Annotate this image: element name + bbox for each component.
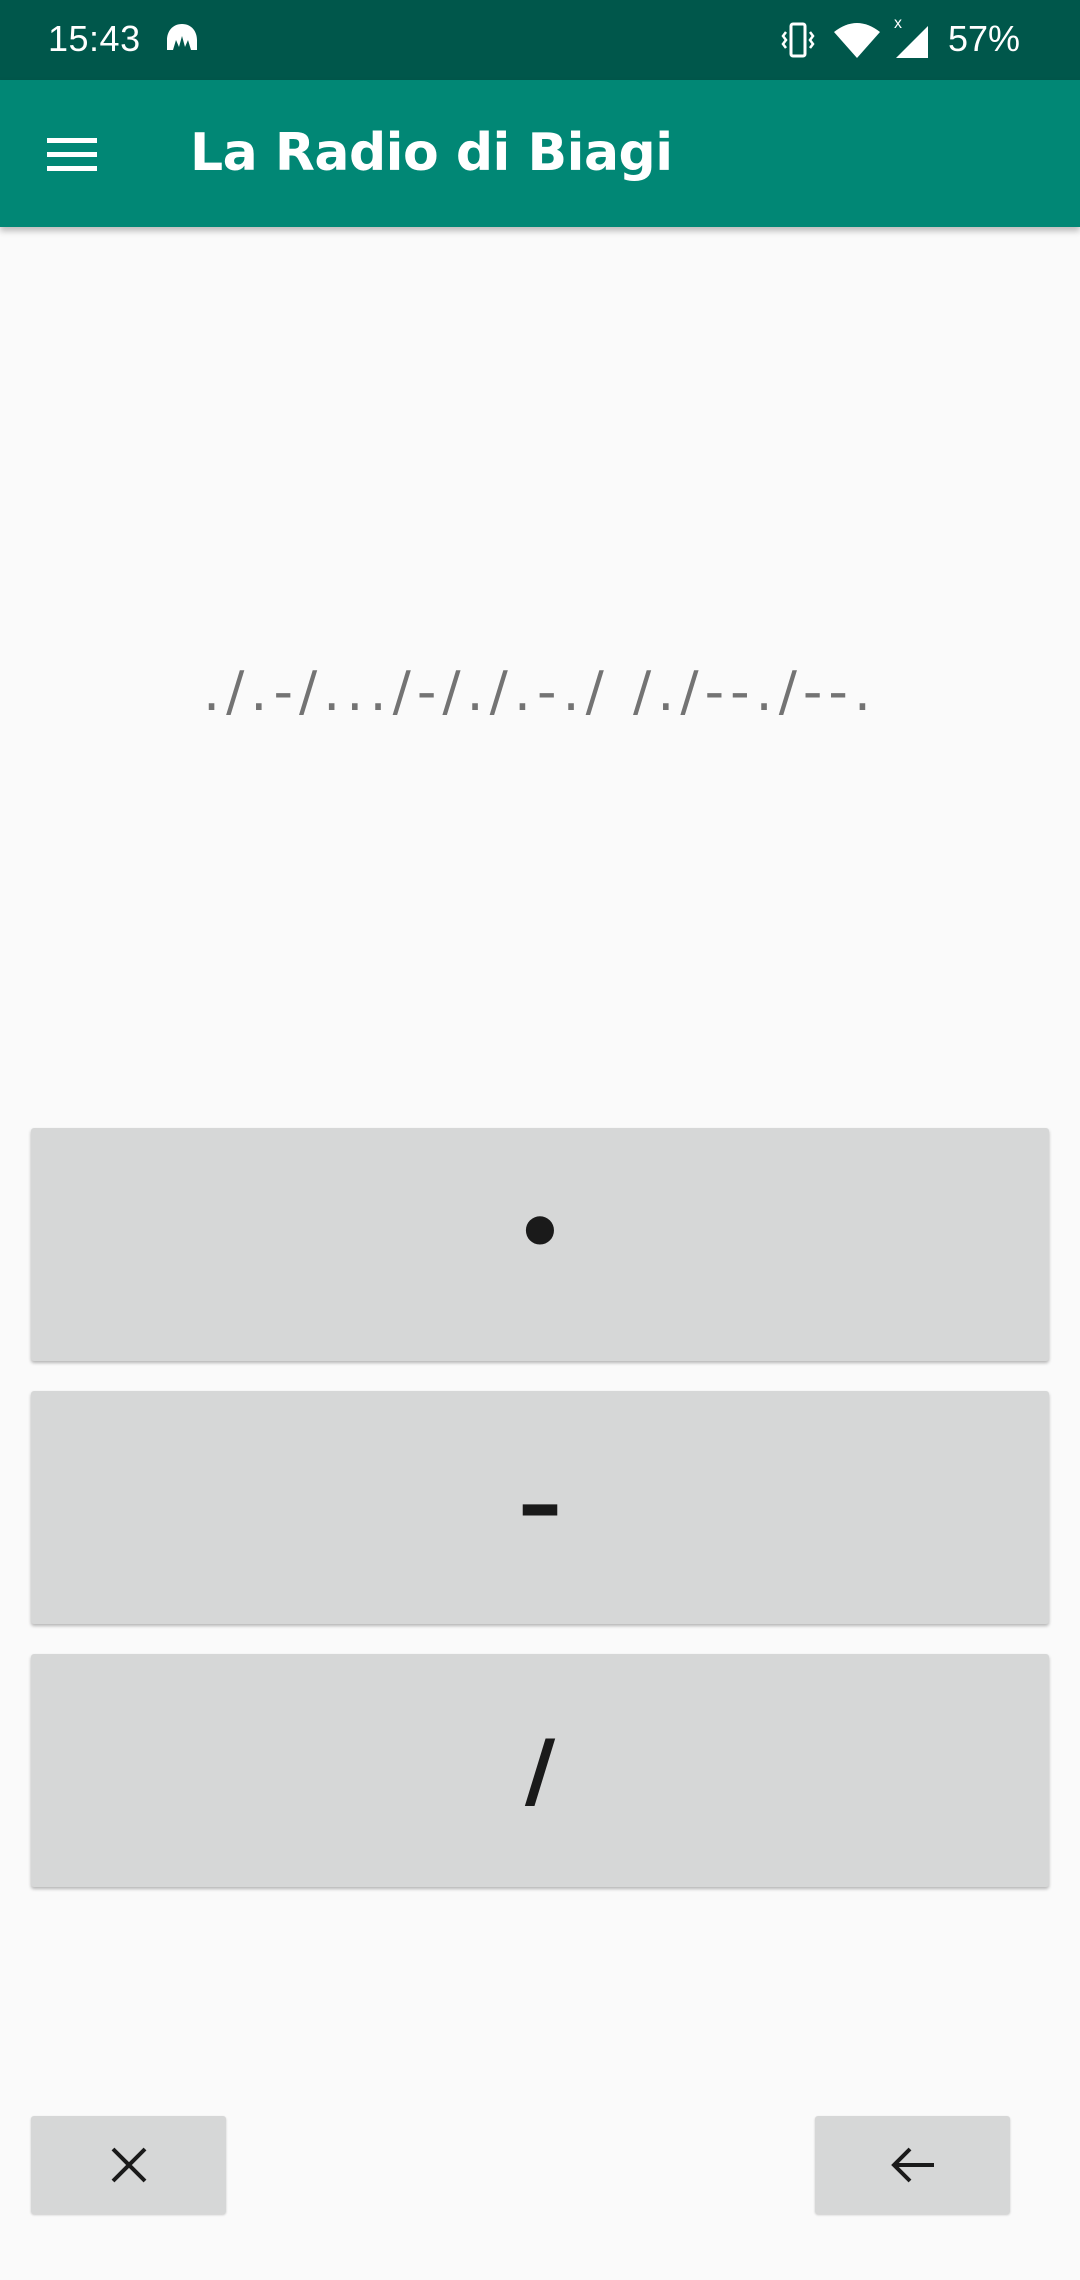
clear-button[interactable] — [31, 2116, 226, 2214]
morse-display: ./.-/.../-/./.-./ /./--./--. — [202, 660, 878, 723]
svg-text:x: x — [894, 15, 902, 32]
arrow-back-icon — [890, 2147, 934, 2183]
close-icon — [111, 2147, 146, 2183]
dash-key-button[interactable]: – — [31, 1391, 1049, 1624]
dash-key-label: – — [518, 1452, 562, 1555]
app-title: La Radio di Biagi — [190, 123, 673, 183]
wifi-icon — [834, 23, 880, 58]
status-bar: 15:43 x 57% — [0, 0, 1080, 80]
battery-level: 57% — [948, 18, 1021, 59]
signal-icon: x — [894, 15, 928, 58]
slash-key-button[interactable]: / — [31, 1654, 1049, 1887]
dot-key-label: • — [514, 1186, 566, 1279]
status-time: 15:43 — [48, 18, 141, 59]
menu-button[interactable] — [36, 118, 108, 190]
app-notification-icon — [167, 24, 197, 50]
vibrate-icon — [781, 22, 815, 58]
slash-key-label: / — [525, 1724, 554, 1817]
backspace-button[interactable] — [815, 2116, 1010, 2214]
menu-icon — [47, 138, 97, 171]
app-bar: La Radio di Biagi — [0, 80, 1080, 227]
dot-key-button[interactable]: • — [31, 1128, 1049, 1361]
